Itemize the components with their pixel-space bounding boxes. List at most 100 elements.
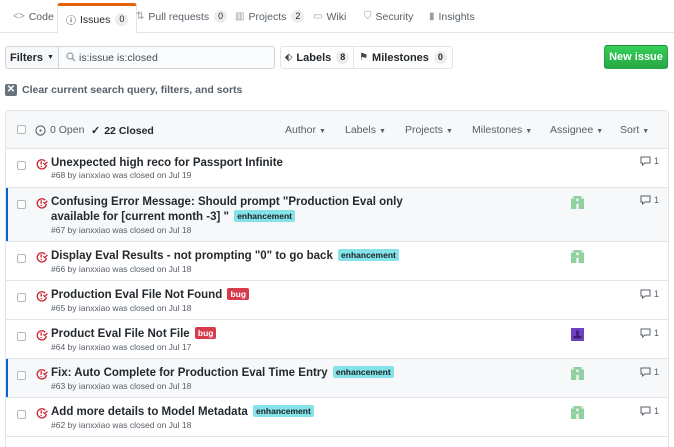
issue-meta: #68 by ianxxiao was closed on Jul 19 <box>51 170 192 180</box>
tab-issues-count: 0 <box>115 13 129 26</box>
comments-link[interactable]: 1 <box>640 367 659 377</box>
comment-count: 1 <box>654 156 660 166</box>
caret-down-icon: ▼ <box>378 128 386 135</box>
insights-icon: ▮ <box>429 11 435 22</box>
issue-row[interactable]: Display Eval Results - not prompting "0"… <box>6 242 668 281</box>
assignee-avatar[interactable] <box>571 250 584 263</box>
new-issue-button[interactable]: New issue <box>604 45 668 69</box>
issue-meta: #63 by ianxxiao was closed on Jul 18 <box>51 381 192 391</box>
assignee-avatar[interactable] <box>571 196 584 209</box>
clear-search-link[interactable]: ✕ Clear current search query, filters, a… <box>5 83 242 97</box>
caret-down-icon: ▼ <box>525 128 533 135</box>
issue-title-text: Fix: Auto Complete for Production Eval T… <box>51 367 328 379</box>
issue-title[interactable]: Product Eval File Not File bug <box>51 327 501 342</box>
issue-title[interactable]: Add more details to Model Metadata enhan… <box>51 405 501 420</box>
assignee-avatar[interactable] <box>571 406 584 419</box>
enhancement-label[interactable]: enhancement <box>234 210 295 222</box>
issue-checkbox[interactable] <box>17 161 26 170</box>
close-icon: ✕ <box>5 84 17 96</box>
issue-checkbox[interactable] <box>17 410 26 419</box>
comment-icon <box>640 367 651 377</box>
comments-link[interactable]: 1 <box>640 195 659 205</box>
issue-checkbox[interactable] <box>17 293 26 302</box>
sort-menu-label: Sort <box>620 124 640 136</box>
tag-icon: ⬖ <box>284 52 293 63</box>
wiki-icon: ▭ <box>313 11 323 22</box>
comment-icon <box>640 328 651 338</box>
bug-label[interactable]: bug <box>227 288 250 300</box>
issue-search-input[interactable] <box>79 49 269 66</box>
enhancement-label[interactable]: enhancement <box>338 249 399 261</box>
issue-checkbox[interactable] <box>17 200 26 209</box>
comment-icon <box>640 195 651 205</box>
issue-row[interactable]: Confusing Error Message: Should prompt "… <box>6 188 668 242</box>
tab-insights-label: Insights <box>438 10 475 23</box>
issue-closed-icon <box>36 198 48 209</box>
issue-row[interactable]: Production Eval File Not Found bug #65 b… <box>6 281 668 320</box>
enhancement-label[interactable]: enhancement <box>332 366 394 378</box>
milestones-button[interactable]: ⚑ Milestones 0 <box>353 46 453 69</box>
closed-issues-link[interactable]: ✓ 22 Closed <box>91 124 154 138</box>
issue-row[interactable]: Product Eval File Not File bug #64 by ia… <box>6 320 668 359</box>
caret-down-icon: ▼ <box>642 128 650 135</box>
comment-icon <box>640 156 651 166</box>
author-filter-menu[interactable]: Author ▼ <box>285 124 326 136</box>
assignee-avatar[interactable] <box>571 328 584 341</box>
filters-label: Filters <box>10 51 44 64</box>
issue-title[interactable]: Production Eval File Not Found bug <box>51 288 501 303</box>
code-icon: <> <box>13 11 25 22</box>
author-menu-label: Author <box>285 124 316 136</box>
comments-link[interactable]: 1 <box>640 289 659 299</box>
issue-checkbox[interactable] <box>17 332 26 341</box>
tab-security-label: Security <box>375 10 414 23</box>
tab-code-label: Code <box>28 10 54 23</box>
assignee-avatar[interactable] <box>571 367 584 380</box>
comments-link[interactable]: 1 <box>640 156 659 166</box>
bug-label[interactable]: bug <box>194 327 217 339</box>
assignee-filter-menu[interactable]: Assignee ▼ <box>550 124 603 136</box>
tab-code[interactable]: <> Code <box>13 0 54 33</box>
projects-filter-menu[interactable]: Projects ▼ <box>405 124 453 136</box>
issue-title[interactable]: Confusing Error Message: Should prompt "… <box>51 195 451 225</box>
comments-link[interactable]: 1 <box>640 328 659 338</box>
check-icon: ✓ <box>91 125 101 137</box>
issue-checkbox[interactable] <box>17 371 26 380</box>
tab-issues[interactable]: ⓘ Issues 0 <box>57 3 138 34</box>
issue-row[interactable]: Fix: Auto Complete for Production Eval T… <box>6 359 668 398</box>
milestones-menu-label: Milestones <box>472 124 523 136</box>
tab-pull-requests-label: Pull requests <box>148 10 210 23</box>
issue-row[interactable]: Add more details to Model Metadata enhan… <box>6 398 668 437</box>
tab-security[interactable]: ⛉ Security <box>364 0 413 33</box>
sort-menu[interactable]: Sort ▼ <box>620 124 649 136</box>
labels-count: 8 <box>336 51 350 64</box>
repo-tab-nav: <> Code ⓘ Issues 0 ⇅ Pull requests 0 ▥ P… <box>0 0 674 34</box>
tab-projects-label: Projects <box>248 10 287 23</box>
issue-title[interactable]: Display Eval Results - not prompting "0"… <box>51 249 501 264</box>
tab-insights[interactable]: ▮ Insights <box>429 0 475 33</box>
issue-meta: #62 by ianxxiao was closed on Jul 18 <box>51 420 192 430</box>
pull-request-icon: ⇅ <box>136 11 145 22</box>
issue-closed-icon <box>36 291 48 302</box>
search-icon <box>66 52 76 62</box>
milestones-filter-menu[interactable]: Milestones ▼ <box>472 124 532 136</box>
tab-wiki[interactable]: ▭ Wiki <box>313 0 346 33</box>
issue-checkbox[interactable] <box>17 254 26 263</box>
caret-down-icon: ▼ <box>445 128 453 135</box>
issue-closed-icon <box>36 369 48 380</box>
open-issues-link[interactable]: 0 Open <box>35 124 84 136</box>
comments-link[interactable]: 1 <box>640 406 659 416</box>
enhancement-label[interactable]: enhancement <box>253 405 314 417</box>
comment-count: 1 <box>654 406 660 416</box>
tab-projects[interactable]: ▥ Projects 2 <box>235 0 305 33</box>
issue-title[interactable]: Unexpected high reco for Passport Infini… <box>51 156 501 171</box>
milestones-count: 0 <box>433 51 447 64</box>
tab-wiki-label: Wiki <box>326 10 347 23</box>
issue-title[interactable]: Fix: Auto Complete for Production Eval T… <box>51 366 501 381</box>
issue-search-box[interactable] <box>58 46 275 69</box>
filters-dropdown-button[interactable]: Filters ▼ <box>5 46 59 69</box>
issue-row[interactable]: Unexpected high reco for Passport Infini… <box>6 149 668 188</box>
select-all-checkbox[interactable] <box>17 125 26 134</box>
labels-button[interactable]: ⬖ Labels 8 <box>280 46 354 69</box>
labels-filter-menu[interactable]: Labels ▼ <box>345 124 386 136</box>
tab-pull-requests[interactable]: ⇅ Pull requests 0 <box>136 0 228 33</box>
